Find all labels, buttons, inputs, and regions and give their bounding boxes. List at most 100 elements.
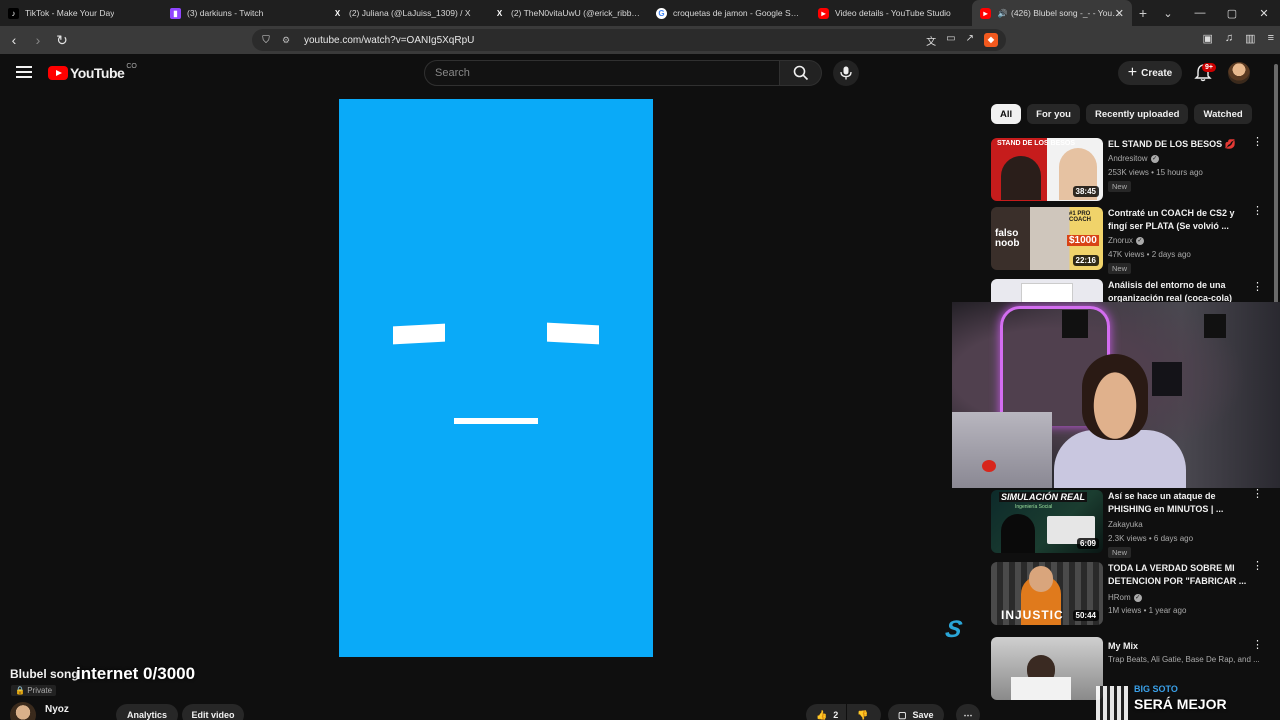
reload-icon[interactable]: ↻ [52,32,72,49]
close-tab-icon[interactable]: ✕ [1115,7,1124,20]
video-thumbnail[interactable] [991,279,1103,303]
close-window-icon[interactable]: ✕ [1248,7,1280,20]
forward-icon[interactable]: › [28,32,48,48]
duration-badge: 6:09 [1076,538,1099,549]
wallet-icon[interactable]: ▣ [1203,32,1213,45]
recommendation-item[interactable]: SIMULACIÓN REAL Ingeniería Social 6:09 A… [991,489,1263,558]
browser-tab[interactable]: G croquetas de jamon - Google Search [648,0,810,26]
voice-search-button[interactable] [833,60,859,86]
chip-recently-uploaded[interactable]: Recently uploaded [1085,104,1189,124]
more-vert-icon[interactable]: ⋮ [1252,640,1263,651]
omnibox[interactable]: ⛉ ⚙ youtube.com/watch?v=OANIg5XqRpU 文 ▭ … [252,29,1006,51]
chip-for-you[interactable]: For you [1027,104,1080,124]
brave-shield-icon[interactable]: ◆ [984,32,998,47]
tab-search-icon[interactable]: ⌄ [1152,7,1184,20]
more-vert-icon[interactable]: ⋮ [1252,206,1263,217]
youtube-logo[interactable]: YouTube CO [48,63,137,81]
recommendation-title[interactable]: EL STAND DE LOS BESOS 💋 [1108,138,1248,151]
recommendation-channel[interactable]: Andresitow [1108,154,1148,163]
channel-name[interactable]: Nyoz [45,704,69,715]
recommendation-item[interactable]: falso noob #1 PRO COACH $1000 22:16 Cont… [991,206,1263,274]
stream-overlay-counter: internet 0/3000 [76,664,196,683]
browser-tab[interactable]: ♪ TikTok - Make Your Day [0,0,162,26]
back-icon[interactable]: ‹ [4,32,24,48]
x-icon: X [496,8,503,18]
save-button[interactable]: ▢ Save [888,704,944,720]
save-playlist-icon: ▢ [898,709,907,720]
video-thumbnail[interactable]: SIMULACIÓN REAL Ingeniería Social 6:09 [991,490,1103,553]
browser-tab-active[interactable]: ▸ 🔊 (426) Blubel song -_- - YouTu ✕ [972,0,1132,26]
thumbnail-caption: $1000 [1067,235,1099,246]
video-thumbnail[interactable]: STAND DE LOS BESOS 38:45 [991,138,1103,201]
recommendation-title[interactable]: Análisis del entorno de una organización… [1108,279,1248,303]
menu-icon[interactable]: ≡ [1268,32,1274,45]
logo-text: YouTube [70,65,125,81]
bed [952,412,1052,488]
search-button[interactable] [780,60,822,86]
streamer-webcam-overlay [952,302,1280,488]
more-actions-button[interactable]: ⋯ [956,704,980,720]
search-box: Search [424,60,822,86]
tab-title: (2) TheN0vitaUwU (@erick_ribbon) / [511,8,640,18]
scrollbar-thumb[interactable] [1274,64,1278,304]
more-vert-icon[interactable]: ⋮ [1252,282,1261,293]
browser-tab[interactable]: X (2) TheN0vitaUwU (@erick_ribbon) / [486,0,648,26]
save-label: Save [912,710,934,720]
edit-video-button[interactable]: Edit video [182,704,244,720]
speaker-icon[interactable]: 🔊 [997,8,1008,19]
bookmark-icon[interactable]: ⛉ [256,35,276,46]
recommendation-item[interactable]: INJUSTIC 50:44 TODA LA VERDAD SOBRE MI D… [991,561,1263,626]
browser-tab[interactable]: ▮ (3) darkiuns - Twitch [162,0,324,26]
chip-watched[interactable]: Watched [1194,104,1252,124]
recommendation-item[interactable]: STAND DE LOS BESOS 38:45 EL STAND DE LOS… [991,137,1263,202]
create-button[interactable]: + Create [1118,61,1182,85]
acoustic-panel [1204,314,1226,338]
more-vert-icon[interactable]: ⋮ [1252,561,1263,572]
thumbnail-caption: falso noob [995,228,1020,249]
recommendation-title[interactable]: My Mix [1108,640,1248,653]
media-icon[interactable]: ♫ [1225,32,1233,45]
channel-avatar[interactable] [10,702,36,720]
red-plush-toy [982,460,996,472]
youtube-header: YouTube CO Search + Create 9+ [0,54,1272,92]
video-thumbnail[interactable] [991,637,1103,700]
new-tab-button[interactable]: + [1132,5,1154,21]
menu-icon[interactable] [16,66,32,78]
url-text[interactable]: youtube.com/watch?v=OANIg5XqRpU [304,35,474,46]
recommendation-title[interactable]: Así se hace un ataque de PHISHING en MIN… [1108,490,1248,516]
dislike-button[interactable]: 👎 [847,704,881,720]
maximize-icon[interactable]: ▢ [1216,7,1248,20]
sidebar-icon[interactable]: ▥ [1245,32,1255,45]
channel-line: HRom ✓ [1108,593,1142,602]
analytics-button[interactable]: Analytics [116,704,178,720]
recommendation-item[interactable]: Análisis del entorno de una organización… [991,279,1261,303]
duration-badge: 50:44 [1072,610,1099,621]
video-face-mouth [454,418,538,424]
cast-icon[interactable]: ▭ [946,33,955,48]
verified-check-icon: ✓ [1150,154,1159,163]
address-bar-row: ‹ › ↻ ⛉ ⚙ youtube.com/watch?v=OANIg5XqRp… [0,26,1280,54]
more-vert-icon[interactable]: ⋮ [1252,489,1263,500]
chip-all[interactable]: All [991,104,1022,124]
twitch-icon: ▮ [170,7,181,19]
share-icon[interactable]: ↗ [966,33,974,48]
translate-icon[interactable]: 文 [926,33,936,48]
video-player[interactable] [339,99,653,657]
account-avatar[interactable] [1228,62,1250,84]
recommendation-channel[interactable]: HRom [1108,593,1131,602]
minimize-icon[interactable]: — [1184,7,1216,19]
more-vert-icon[interactable]: ⋮ [1252,137,1263,148]
more-horizontal-icon: ⋯ [963,709,973,720]
browser-tab[interactable]: ▸ Video details - YouTube Studio [810,0,972,26]
search-input[interactable]: Search [424,60,781,86]
video-thumbnail[interactable]: INJUSTIC 50:44 [991,562,1103,625]
browser-tab[interactable]: X (2) Juliana (@LaJuiss_1309) / X [324,0,486,26]
recommendation-title[interactable]: Contraté un COACH de CS2 y fingí ser PLA… [1108,207,1248,233]
site-info-icon[interactable]: ⚙ [276,35,296,46]
recommendation-channel[interactable]: Znorux [1108,236,1133,245]
acoustic-panel [1062,310,1088,338]
recommendation-title[interactable]: TODA LA VERDAD SOBRE MI DETENCION POR "F… [1108,562,1248,588]
like-button[interactable]: 👍 2 [806,704,846,720]
recommendation-channel[interactable]: Zakayuka [1108,520,1143,529]
video-thumbnail[interactable]: falso noob #1 PRO COACH $1000 22:16 [991,207,1103,270]
